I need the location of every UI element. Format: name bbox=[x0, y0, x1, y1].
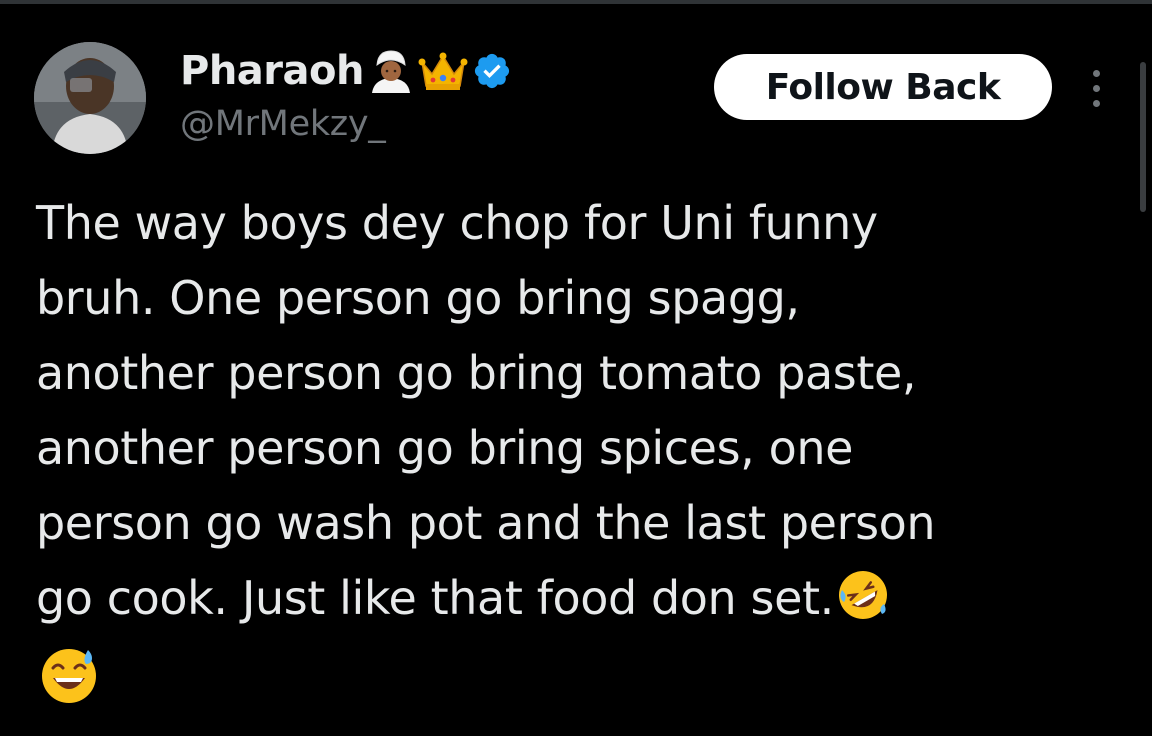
verified-badge-icon[interactable] bbox=[472, 51, 512, 91]
user-handle[interactable]: @MrMekzy_ bbox=[180, 104, 386, 144]
person-with-turban-emoji bbox=[368, 49, 414, 93]
tweet-line: another person go bring tomato paste, bbox=[36, 346, 917, 400]
dot bbox=[1092, 84, 1100, 92]
tweet-line-last: go cook. Just like that food don set. bbox=[36, 561, 1116, 644]
display-name[interactable]: Pharaoh bbox=[180, 48, 364, 94]
tweet-line: bruh. One person go bring spagg, bbox=[36, 271, 800, 325]
tweet: Pharaoh @MrMekzy_ Follow Back The way bo… bbox=[0, 0, 1152, 736]
tweet-line-emoji bbox=[36, 644, 1116, 728]
tweet-line: another person go bring spices, one bbox=[36, 421, 853, 475]
grinning-sweat-emoji bbox=[38, 644, 100, 728]
tweet-line: person go wash pot and the last person bbox=[36, 496, 936, 550]
dot bbox=[1092, 99, 1100, 107]
rolling-on-floor-laughing-emoji bbox=[836, 568, 890, 644]
avatar[interactable] bbox=[34, 42, 146, 154]
display-name-row[interactable]: Pharaoh bbox=[180, 44, 512, 98]
tweet-line: go cook. Just like that food don set. bbox=[36, 571, 834, 625]
crown-emoji bbox=[418, 50, 468, 92]
dot bbox=[1092, 69, 1100, 77]
scrollbar[interactable] bbox=[1140, 62, 1146, 212]
tweet-text: The way boys dey chop for Uni funny bruh… bbox=[36, 186, 1116, 728]
follow-back-button[interactable]: Follow Back bbox=[714, 54, 1052, 120]
more-options-icon[interactable] bbox=[1084, 64, 1108, 112]
tweet-line: The way boys dey chop for Uni funny bbox=[36, 196, 878, 250]
